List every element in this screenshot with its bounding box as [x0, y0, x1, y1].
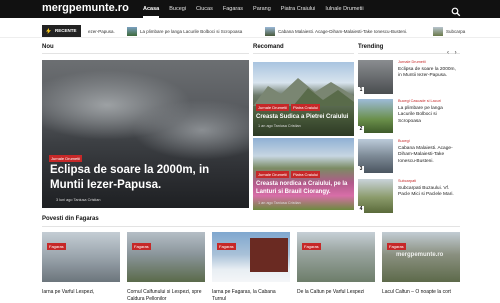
- trending-item[interactable]: 2 Bucegi Cascade si Lacuri La plimbare p…: [358, 97, 460, 134]
- ticker-item-text: Subcarpa: [446, 28, 466, 34]
- story-title[interactable]: Iarna pe Fagaras, la Cabana Turnul: [212, 289, 290, 303]
- ticker-item-text: La plimbare pe langa Lacurile Bolboci si…: [140, 28, 243, 34]
- trending-category[interactable]: Subcarpati: [398, 179, 416, 183]
- story-image[interactable]: [297, 232, 375, 282]
- recommended-category-badge[interactable]: Piatra Craiului: [291, 104, 321, 111]
- trending-item[interactable]: 4 Subcarpati Subcarpati Buzaului. Vf. Pa…: [358, 177, 460, 214]
- site-logo[interactable]: mergpemunte.ro: [42, 0, 129, 18]
- trending-title[interactable]: Cabana Malaiesti. Acage-Diham-Malaiesti-…: [398, 146, 458, 165]
- search-icon[interactable]: [451, 4, 461, 17]
- trending-item[interactable]: 3 Bucegi Cabana Malaiesti. Acage-Diham-M…: [358, 137, 460, 174]
- nav-item-fagaras[interactable]: Fagaras: [223, 0, 243, 18]
- mountain-image: [253, 78, 354, 106]
- recent-ticker: RECENTE ezer-Papusa. La plimbare pe lang…: [0, 24, 500, 38]
- story-category-badge[interactable]: Fagaras: [302, 243, 321, 250]
- story-image[interactable]: [127, 232, 205, 282]
- section-title-trending: Trending: [358, 44, 384, 50]
- chevron-left-icon[interactable]: ‹: [447, 50, 449, 56]
- story-title[interactable]: Iarna pe Varful Lespezi,: [42, 289, 120, 296]
- hero-image-cloud: [132, 100, 249, 160]
- nav-item-acasa[interactable]: Acasa: [143, 0, 160, 18]
- trending-thumbnail[interactable]: 4: [358, 179, 393, 213]
- ticker-label: RECENTE: [42, 25, 81, 37]
- recommended-title[interactable]: Creasta nordica a Craiului, pe la Lantur…: [256, 180, 352, 196]
- ticker-thumbnail: [127, 26, 137, 36]
- nav-item-ciucas[interactable]: Ciucas: [196, 0, 213, 18]
- story-image[interactable]: [42, 232, 120, 282]
- story-title[interactable]: Lacul Caltun – O noapte la cort: [382, 289, 460, 296]
- story-title[interactable]: Cornul Calfunului si Lespezi, spre Caldu…: [127, 289, 205, 303]
- trending-number: 2: [358, 126, 364, 133]
- divider: [253, 53, 354, 54]
- top-navbar: mergpemunte.ro Acasa Bucegi Ciucas Fagar…: [0, 0, 500, 18]
- ticker-item-text: ezer-Papusa.: [88, 28, 115, 34]
- ticker-thumbnail: [433, 26, 443, 36]
- trending-title[interactable]: Eclipsa de soare la 2000m, in Muntii Iez…: [398, 67, 458, 80]
- story-image[interactable]: [212, 232, 290, 282]
- featured-post[interactable]: Jurnale Drumetii Eclipsa de soare la 200…: [42, 60, 249, 208]
- trending-arrows: ‹ ›: [447, 50, 457, 56]
- section-title-nou: Nou: [42, 44, 54, 50]
- hero-meta: 3 luni ago Taniusa Cristian: [56, 198, 101, 202]
- trending-thumbnail[interactable]: 1: [358, 60, 393, 94]
- trending-item[interactable]: 1 Jurnale Drumetii Eclipsa de soare la 2…: [358, 58, 460, 95]
- hero-title[interactable]: Eclipsa de soare la 2000m, in Muntii Iez…: [50, 163, 245, 193]
- main-nav: Acasa Bucegi Ciucas Fagaras Parang Piatr…: [143, 0, 374, 18]
- story-image[interactable]: mergpemunte.ro: [382, 232, 460, 282]
- recommended-category-badge[interactable]: Jurnale Drumetii: [256, 171, 290, 178]
- trending-thumbnail[interactable]: 3: [358, 139, 393, 173]
- divider: [42, 226, 460, 227]
- trending-title[interactable]: Subcarpati Buzaului. Vf. Pacle Mici si P…: [398, 186, 458, 199]
- ticker-item[interactable]: ezer-Papusa.: [88, 25, 115, 37]
- recommended-post[interactable]: Jurnale Drumetii Piatra Craiului Creasta…: [253, 138, 354, 210]
- story-category-badge[interactable]: Fagaras: [387, 243, 406, 250]
- chevron-right-icon[interactable]: ›: [455, 50, 457, 56]
- story-category-badge[interactable]: Fagaras: [47, 243, 66, 250]
- ticker-item-text: Cabana Malaiesti. Acage-Diham-Malaiesti-…: [278, 28, 408, 34]
- nav-item-bucegi[interactable]: Bucegi: [169, 0, 186, 18]
- trending-number: 3: [358, 166, 364, 173]
- ticker-thumbnail: [265, 26, 275, 36]
- section-title-povesti: Povesti din Fagaras: [42, 216, 99, 222]
- trending-category[interactable]: Bucegi: [398, 139, 410, 143]
- trending-number: 4: [358, 206, 364, 213]
- recommended-category-badge[interactable]: Piatra Craiului: [291, 171, 321, 178]
- trending-thumbnail[interactable]: 2: [358, 99, 393, 133]
- divider: [42, 53, 249, 54]
- trending-category[interactable]: Jurnale Drumetii: [398, 60, 426, 64]
- ticker-item[interactable]: Subcarpa: [433, 25, 465, 37]
- trending-number: 1: [358, 87, 364, 94]
- recommended-meta: 1 an ago Taniusa Cristian: [258, 201, 301, 205]
- nav-item-parang[interactable]: Parang: [253, 0, 271, 18]
- story-category-badge[interactable]: Fagaras: [217, 243, 236, 250]
- image-watermark: mergpemunte.ro: [396, 252, 444, 258]
- bolt-icon: [46, 28, 51, 34]
- recommended-meta: 1 an ago Taniusa Cristian: [258, 124, 301, 128]
- story-title[interactable]: De la Caltun pe Varful Lespezi: [297, 289, 375, 296]
- trending-category[interactable]: Bucegi Cascade si Lacuri: [398, 99, 441, 103]
- cabin-building: [250, 238, 288, 272]
- ticker-item[interactable]: Cabana Malaiesti. Acage-Diham-Malaiesti-…: [265, 25, 407, 37]
- recommended-post[interactable]: Jurnale Drumetii Piatra Craiului Creasta…: [253, 62, 354, 136]
- nav-item-piatra-craiului[interactable]: Piatra Craiului: [281, 0, 316, 18]
- recommended-title[interactable]: Creasta Sudica a Pietrei Craiului: [256, 113, 352, 121]
- ticker-label-text: RECENTE: [55, 28, 77, 33]
- trending-title[interactable]: La plimbare pe langa Lacurile Bolboci si…: [398, 106, 458, 125]
- ticker-item[interactable]: La plimbare pe langa Lacurile Bolboci si…: [127, 25, 242, 37]
- story-category-badge[interactable]: Fagaras: [132, 243, 151, 250]
- divider: [358, 53, 460, 54]
- section-title-recomand: Recomand: [253, 44, 284, 50]
- recommended-category-badge[interactable]: Jurnale Drumetii: [256, 104, 290, 111]
- hero-category-badge[interactable]: Jurnale Drumetii: [49, 155, 83, 162]
- nav-item-jurnale-drumetii[interactable]: Iulnale Drumetii: [325, 0, 363, 18]
